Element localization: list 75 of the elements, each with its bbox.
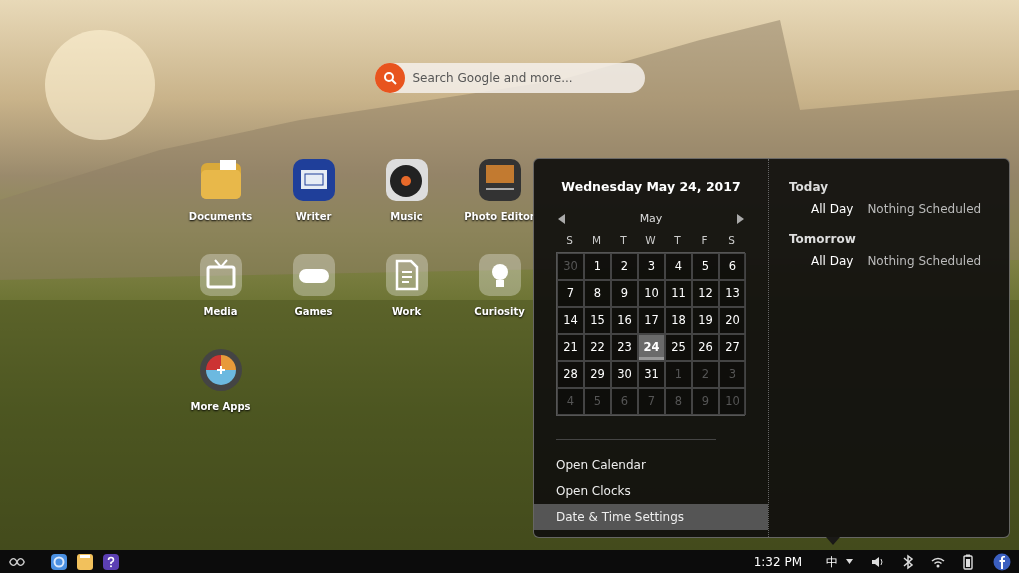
browser-icon[interactable] [50, 552, 68, 571]
calendar-day[interactable]: 1 [584, 253, 611, 280]
calendar-day[interactable]: 18 [665, 307, 692, 334]
help-icon[interactable] [102, 552, 120, 571]
calendar-day[interactable]: 7 [557, 280, 584, 307]
calendar-day[interactable]: 19 [692, 307, 719, 334]
calendar-day[interactable]: 29 [584, 361, 611, 388]
calendar-day[interactable]: 10 [638, 280, 665, 307]
calendar-day[interactable]: 3 [638, 253, 665, 280]
calendar-day[interactable]: 6 [719, 253, 746, 280]
input-method-indicator[interactable]: 中 [826, 552, 838, 571]
picture-icon[interactable] [476, 157, 523, 203]
calendar-day[interactable]: 31 [638, 361, 665, 388]
event-text: Nothing Scheduled [867, 201, 982, 218]
app-label[interactable]: Music [390, 209, 423, 224]
app-collage-icon[interactable] [197, 347, 244, 393]
calendar-day[interactable]: 8 [584, 280, 611, 307]
calendar-day[interactable]: 28 [557, 361, 584, 388]
calendar-day[interactable]: 21 [557, 334, 584, 361]
menu-item[interactable]: Date & Time Settings [534, 504, 768, 530]
calendar-day[interactable]: 5 [692, 253, 719, 280]
television-icon[interactable] [197, 252, 244, 298]
calendar-day[interactable]: 24 [638, 334, 665, 361]
search-icon [374, 63, 405, 93]
record-player-icon[interactable] [383, 157, 430, 203]
calendar-day[interactable]: 9 [611, 280, 638, 307]
calendar-day[interactable]: 23 [611, 334, 638, 361]
next-month-icon[interactable] [736, 214, 744, 224]
app-label[interactable]: Curiosity [474, 304, 525, 319]
weekday-label: F [700, 233, 709, 249]
weekday-label: M [590, 233, 603, 249]
day-heading: Today [789, 179, 829, 196]
gamepad-icon[interactable] [290, 252, 337, 298]
document-icon[interactable] [290, 157, 337, 203]
social-icon[interactable] [993, 552, 1011, 571]
date-title: Wednesday May 24, 2017 [560, 178, 742, 196]
calendar-day[interactable]: 16 [611, 307, 638, 334]
event-text: Nothing Scheduled [867, 253, 982, 270]
event-time: All Day [811, 201, 854, 218]
calendar-day[interactable]: 20 [719, 307, 746, 334]
month-label: May [639, 210, 663, 227]
previous-month-icon[interactable] [558, 214, 566, 224]
app-label[interactable]: Work [391, 304, 422, 319]
calendar-day[interactable]: 22 [584, 334, 611, 361]
calendar-day[interactable]: 11 [665, 280, 692, 307]
weekday-label: S [727, 233, 736, 249]
light-bulb-icon[interactable] [476, 252, 523, 298]
calendar-day[interactable]: 4 [665, 253, 692, 280]
menu-item[interactable]: Open Clocks [534, 478, 768, 504]
calendar-day[interactable]: 2 [611, 253, 638, 280]
app-label[interactable]: Writer [295, 209, 332, 224]
calendar-day[interactable]: 30 [611, 361, 638, 388]
weekday-label: S [565, 233, 574, 249]
calendar-day[interactable]: 15 [584, 307, 611, 334]
weekday-label: W [644, 233, 657, 249]
app-label[interactable]: Games [294, 304, 333, 319]
app-label[interactable]: Documents [188, 209, 253, 224]
document-pen-icon[interactable] [383, 252, 430, 298]
caret-icon[interactable] [846, 559, 853, 564]
calendar-day[interactable]: 13 [719, 280, 746, 307]
calendar-day[interactable]: 25 [665, 334, 692, 361]
app-label[interactable]: More Apps [190, 399, 251, 414]
calendar-day[interactable]: 12 [692, 280, 719, 307]
calendar-day[interactable]: 17 [638, 307, 665, 334]
app-label[interactable]: Media [203, 304, 238, 319]
weekday-label: T [673, 233, 682, 249]
calendar-day[interactable]: 26 [692, 334, 719, 361]
menu-item[interactable]: Open Calendar [534, 452, 768, 478]
weekday-label: T [619, 233, 628, 249]
folder-icon[interactable] [76, 552, 94, 571]
calendar-day[interactable]: 27 [719, 334, 746, 361]
event-time: All Day [811, 253, 854, 270]
clock[interactable]: 1:32 PM [753, 552, 802, 571]
day-heading: Tomorrow [789, 231, 857, 248]
calendar-day[interactable]: 14 [557, 307, 584, 334]
